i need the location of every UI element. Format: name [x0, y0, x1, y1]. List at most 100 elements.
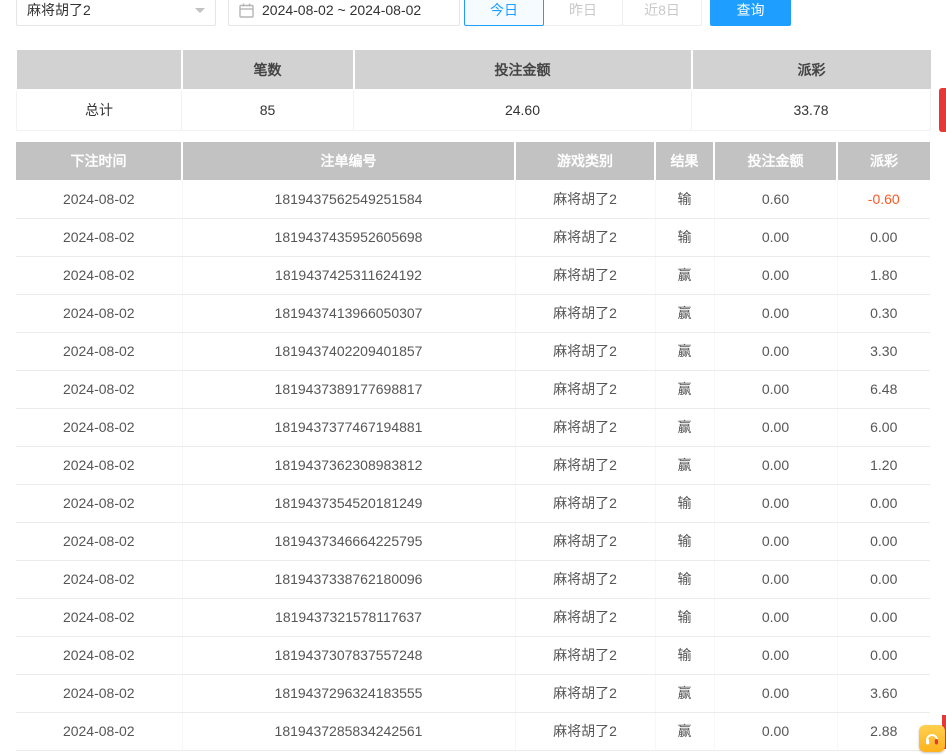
cell-game-type: 麻将胡了2	[515, 598, 655, 636]
table-row: 2024-08-02 1819437562549251584 麻将胡了2 输 0…	[16, 180, 930, 218]
game-select[interactable]: 麻将胡了2	[16, 0, 216, 26]
cell-game-type: 麻将胡了2	[515, 712, 655, 750]
cell-payout: 6.48	[837, 370, 930, 408]
cell-bet-time: 2024-08-02	[16, 294, 182, 332]
cell-result: 输	[655, 522, 714, 560]
cell-game-type: 麻将胡了2	[515, 294, 655, 332]
cell-bet-time: 2024-08-02	[16, 370, 182, 408]
cell-bet-time: 2024-08-02	[16, 218, 182, 256]
cell-game-type: 麻将胡了2	[515, 256, 655, 294]
cell-bet-time: 2024-08-02	[16, 446, 182, 484]
cell-bet-time: 2024-08-02	[16, 712, 182, 750]
table-row: 2024-08-02 1819437296324183555 麻将胡了2 赢 0…	[16, 674, 930, 712]
cell-order-id: 1819437346664225795	[182, 522, 515, 560]
summary-header-bet-amount: 投注金额	[354, 50, 692, 90]
cell-payout: 6.00	[837, 408, 930, 446]
cell-order-id: 1819437285834242561	[182, 712, 515, 750]
cell-payout: 0.00	[837, 484, 930, 522]
customer-service-icon	[924, 731, 940, 747]
summary-total-label: 总计	[17, 90, 182, 130]
cell-result: 输	[655, 218, 714, 256]
cell-order-id: 1819437562549251584	[182, 180, 515, 218]
cell-payout: 0.00	[837, 636, 930, 674]
cell-bet-time: 2024-08-02	[16, 408, 182, 446]
cell-bet-amount: 0.00	[714, 446, 837, 484]
bet-records-table: 下注时间 注单编号 游戏类别 结果 投注金额 派彩 2024-08-02 181…	[16, 142, 930, 751]
cell-payout: 1.80	[837, 256, 930, 294]
cell-order-id: 1819437296324183555	[182, 674, 515, 712]
cell-result: 赢	[655, 408, 714, 446]
cell-bet-time: 2024-08-02	[16, 598, 182, 636]
cell-bet-amount: 0.00	[714, 484, 837, 522]
table-row: 2024-08-02 1819437307837557248 麻将胡了2 输 0…	[16, 636, 930, 674]
cell-result: 赢	[655, 712, 714, 750]
cell-game-type: 麻将胡了2	[515, 636, 655, 674]
cell-game-type: 麻将胡了2	[515, 484, 655, 522]
cell-game-type: 麻将胡了2	[515, 446, 655, 484]
cell-payout: 0.30	[837, 294, 930, 332]
cell-order-id: 1819437377467194881	[182, 408, 515, 446]
cell-bet-amount: 0.00	[714, 218, 837, 256]
quick-filter-today-button[interactable]: 今日	[464, 0, 544, 26]
cell-order-id: 1819437338762180096	[182, 560, 515, 598]
header-payout: 派彩	[837, 142, 930, 180]
cell-game-type: 麻将胡了2	[515, 408, 655, 446]
table-row: 2024-08-02 1819437354520181249 麻将胡了2 输 0…	[16, 484, 930, 522]
cell-order-id: 1819437362308983812	[182, 446, 515, 484]
cell-bet-amount: 0.00	[714, 408, 837, 446]
floating-red-bar[interactable]	[939, 88, 946, 132]
cell-game-type: 麻将胡了2	[515, 332, 655, 370]
cell-bet-time: 2024-08-02	[16, 180, 182, 218]
header-result: 结果	[655, 142, 714, 180]
cell-bet-amount: 0.00	[714, 674, 837, 712]
cell-result: 赢	[655, 332, 714, 370]
table-row: 2024-08-02 1819437413966050307 麻将胡了2 赢 0…	[16, 294, 930, 332]
cell-result: 赢	[655, 370, 714, 408]
chevron-down-icon	[195, 8, 205, 13]
cell-order-id: 1819437321578117637	[182, 598, 515, 636]
table-row: 2024-08-02 1819437435952605698 麻将胡了2 输 0…	[16, 218, 930, 256]
cell-bet-amount: 0.00	[714, 256, 837, 294]
search-button[interactable]: 查询	[710, 0, 791, 26]
table-row: 2024-08-02 1819437321578117637 麻将胡了2 输 0…	[16, 598, 930, 636]
cell-payout: 0.00	[837, 218, 930, 256]
table-row: 2024-08-02 1819437338762180096 麻将胡了2 输 0…	[16, 560, 930, 598]
cell-order-id: 1819437435952605698	[182, 218, 515, 256]
cell-result: 赢	[655, 674, 714, 712]
cell-bet-amount: 0.00	[714, 560, 837, 598]
summary-header-empty	[17, 50, 182, 90]
game-select-value: 麻将胡了2	[27, 0, 91, 20]
cell-result: 赢	[655, 446, 714, 484]
cell-bet-time: 2024-08-02	[16, 522, 182, 560]
quick-filter-last8days-button[interactable]: 近8日	[622, 0, 702, 26]
summary-header-row: 笔数 投注金额 派彩	[17, 50, 931, 90]
cell-game-type: 麻将胡了2	[515, 522, 655, 560]
cell-bet-amount: 0.00	[714, 522, 837, 560]
date-range-input[interactable]: 2024-08-02 ~ 2024-08-02	[228, 0, 460, 26]
cell-bet-amount: 0.00	[714, 712, 837, 750]
customer-service-button[interactable]	[919, 725, 945, 752]
cell-result: 输	[655, 484, 714, 522]
summary-count-value: 85	[182, 90, 354, 130]
cell-order-id: 1819437354520181249	[182, 484, 515, 522]
table-row: 2024-08-02 1819437402209401857 麻将胡了2 赢 0…	[16, 332, 930, 370]
cell-bet-time: 2024-08-02	[16, 256, 182, 294]
cell-payout: 3.60	[837, 674, 930, 712]
cell-result: 赢	[655, 294, 714, 332]
cell-bet-time: 2024-08-02	[16, 484, 182, 522]
cell-bet-amount: 0.60	[714, 180, 837, 218]
cell-bet-time: 2024-08-02	[16, 332, 182, 370]
summary-payout-value: 33.78	[692, 90, 931, 130]
cell-game-type: 麻将胡了2	[515, 180, 655, 218]
date-range-value: 2024-08-02 ~ 2024-08-02	[262, 2, 421, 18]
quick-filter-yesterday-button[interactable]: 昨日	[543, 0, 623, 26]
cell-payout: 2.88	[837, 712, 930, 750]
cell-bet-time: 2024-08-02	[16, 560, 182, 598]
cell-result: 输	[655, 180, 714, 218]
header-order-id: 注单编号	[182, 142, 515, 180]
cell-game-type: 麻将胡了2	[515, 674, 655, 712]
header-bet-amount: 投注金额	[714, 142, 837, 180]
table-row: 2024-08-02 1819437346664225795 麻将胡了2 输 0…	[16, 522, 930, 560]
bet-table-header-row: 下注时间 注单编号 游戏类别 结果 投注金额 派彩	[16, 142, 930, 180]
summary-table: 笔数 投注金额 派彩 总计 85 24.60 33.78	[16, 50, 931, 131]
